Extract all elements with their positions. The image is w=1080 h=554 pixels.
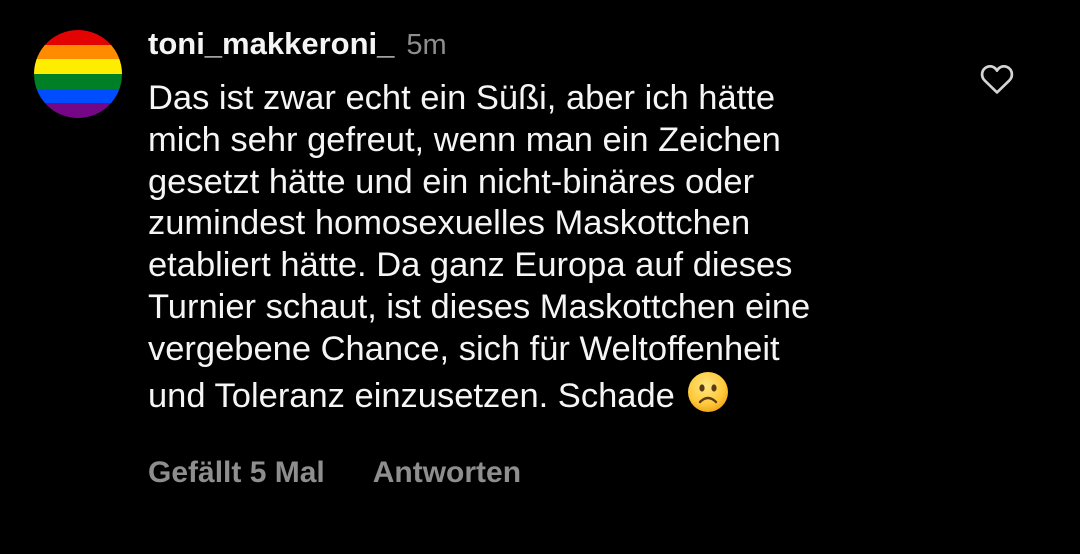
comment-line-last: und Toleranz einzusetzen. Schade — [148, 371, 948, 424]
comment-line: vergebene Chance, sich für Weltoffenheit — [148, 329, 780, 368]
heart-outline-icon[interactable] — [978, 60, 1016, 98]
comment: toni_makkeroni_ 5m Das ist zwar echt ein… — [0, 0, 1080, 554]
comment-header: toni_makkeroni_ 5m — [148, 26, 447, 66]
avatar-stripe-green — [34, 74, 122, 89]
comment-line: gesetzt hätte und ein nicht-binäres oder — [148, 162, 755, 201]
avatar-stripe-orange — [34, 44, 122, 60]
avatar-stripe-yellow — [34, 59, 122, 75]
comment-line: etabliert hätte. Da ganz Europa auf dies… — [148, 246, 793, 285]
comment-line: und Toleranz einzusetzen. Schade — [148, 376, 675, 415]
avatar[interactable] — [34, 30, 122, 118]
avatar-stripe-red — [34, 30, 122, 45]
comment-line: mich sehr gefreut, wenn man ein Zeichen — [148, 120, 781, 159]
reply-button[interactable]: Antworten — [373, 456, 521, 490]
comment-actions: Gefällt 5 Mal Antworten — [148, 456, 521, 490]
timestamp: 5m — [406, 29, 447, 61]
username[interactable]: toni_makkeroni_ — [148, 26, 394, 62]
comment-line: Turnier schaut, ist dieses Maskottchen e… — [148, 287, 811, 326]
likes-count-button[interactable]: Gefällt 5 Mal — [148, 456, 325, 490]
comment-line: zumindest homosexuelles Maskottchen — [148, 204, 751, 243]
comment-line: Das ist zwar echt ein Süßi, aber ich hät… — [148, 79, 776, 117]
avatar-stripe-blue — [34, 88, 122, 104]
frowning-face-emoji — [687, 371, 729, 424]
avatar-stripe-purple — [34, 103, 122, 118]
comment-text: Das ist zwar echt ein Süßi, aber ich hät… — [148, 78, 948, 423]
frowning-face-icon — [687, 371, 728, 412]
